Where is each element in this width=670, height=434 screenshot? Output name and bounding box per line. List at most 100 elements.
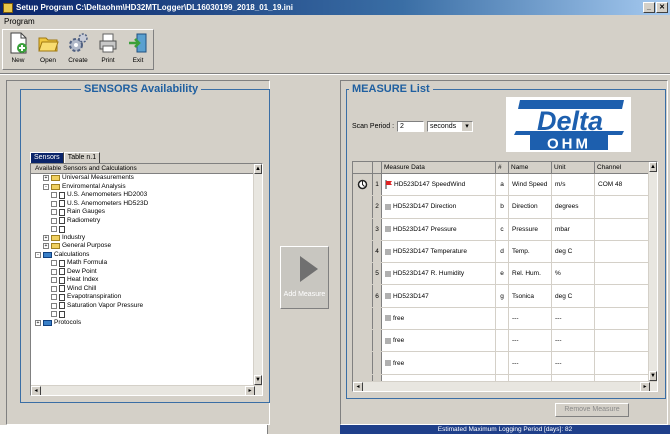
tree-item[interactable]: + Protocols bbox=[31, 319, 262, 328]
tree-item[interactable] bbox=[31, 310, 262, 319]
add-measure-button[interactable]: Add Measure bbox=[280, 246, 329, 309]
remove-measure-button[interactable]: Remove Measure bbox=[555, 403, 629, 417]
scan-period-input[interactable]: 2 bbox=[397, 121, 425, 132]
tree-item[interactable]: Dew Point bbox=[31, 268, 262, 277]
measure-unit-cell[interactable]: --- bbox=[552, 307, 595, 330]
measure-name-cell[interactable]: Rel. Hum. bbox=[509, 263, 552, 285]
grid-scroll-left-icon[interactable]: ◂ bbox=[353, 382, 363, 391]
tree-item[interactable]: Math Formula bbox=[31, 259, 262, 268]
tree-hscrollbar[interactable]: ◂ ▸ bbox=[31, 385, 262, 395]
grid-header-unit[interactable]: Unit bbox=[552, 162, 595, 173]
measure-id-cell[interactable]: c bbox=[496, 218, 509, 240]
scroll-right-icon[interactable]: ▸ bbox=[245, 386, 255, 395]
checkbox[interactable] bbox=[51, 260, 57, 267]
measure-channel-cell[interactable] bbox=[595, 218, 649, 240]
measure-id-cell[interactable]: d bbox=[496, 240, 509, 263]
grid-header-number[interactable]: # bbox=[496, 162, 509, 173]
sensor-tree[interactable]: Available Sensors and Calculations + Univ… bbox=[30, 163, 263, 396]
tree-vscrollbar[interactable]: ▲ ▼ bbox=[253, 164, 262, 385]
measure-name-cell[interactable]: --- bbox=[509, 352, 552, 374]
tree-item[interactable]: Saturation Vapor Pressure bbox=[31, 302, 262, 311]
exit-button[interactable]: Exit bbox=[123, 30, 153, 69]
tree-item[interactable]: Wind Chill bbox=[31, 285, 262, 294]
measure-unit-cell[interactable]: deg C bbox=[552, 285, 595, 307]
close-button[interactable]: ✕ bbox=[656, 2, 668, 13]
checkbox[interactable] bbox=[51, 311, 57, 318]
table-row[interactable]: 2 HD523D147 Direction b Direction degrees bbox=[353, 196, 657, 219]
measure-data-cell[interactable]: HD523D147 Temperature bbox=[382, 240, 496, 263]
grid-hscrollbar[interactable]: ◂ ▸ bbox=[353, 381, 657, 391]
measure-name-cell[interactable]: Temp. bbox=[509, 240, 552, 263]
table-row[interactable]: 1 HD523D147 SpeedWind a Wind Speed m/s COM 48 bbox=[353, 174, 657, 197]
measure-channel-cell[interactable] bbox=[595, 330, 649, 352]
grid-header-measure-data[interactable]: Measure Data bbox=[382, 162, 496, 173]
tree-item[interactable]: + General Purpose bbox=[31, 242, 262, 251]
table-row[interactable]: 3 HD523D147 Pressure c Pressure mbar bbox=[353, 218, 657, 241]
table-row[interactable]: 5 HD523D147 R. Humidity e Rel. Hum.% bbox=[353, 263, 657, 286]
checkbox[interactable] bbox=[51, 268, 57, 275]
measure-id-cell[interactable] bbox=[496, 330, 509, 352]
scroll-left-icon[interactable]: ◂ bbox=[31, 386, 41, 395]
measure-data-cell[interactable]: HD523D147 Direction bbox=[382, 196, 496, 218]
collapse-icon[interactable]: - bbox=[35, 251, 41, 258]
measure-id-cell[interactable]: g bbox=[496, 285, 509, 307]
grid-scroll-right-icon[interactable]: ▸ bbox=[640, 382, 650, 391]
scroll-down-icon[interactable]: ▼ bbox=[254, 375, 262, 385]
scan-unit-select[interactable]: seconds bbox=[427, 121, 474, 132]
checkbox[interactable] bbox=[51, 226, 57, 233]
measure-id-cell[interactable]: a bbox=[496, 174, 509, 196]
measure-name-cell[interactable]: Tsonica bbox=[509, 285, 552, 307]
measure-name-cell[interactable]: --- bbox=[509, 307, 552, 330]
checkbox[interactable] bbox=[51, 209, 57, 216]
measure-data-cell[interactable]: HD523D147 bbox=[382, 285, 496, 307]
tree-item[interactable]: - Calculations bbox=[31, 251, 262, 260]
menu-program[interactable]: Program bbox=[4, 17, 35, 26]
checkbox[interactable] bbox=[51, 217, 57, 224]
tree-item[interactable]: U.S. Anemometers HD523D bbox=[31, 200, 262, 209]
measure-unit-cell[interactable]: --- bbox=[552, 352, 595, 374]
checkbox[interactable] bbox=[51, 294, 57, 301]
measure-data-cell[interactable]: free bbox=[382, 352, 496, 374]
measure-data-cell[interactable]: HD523D147 SpeedWind bbox=[382, 174, 496, 196]
tree-item[interactable] bbox=[31, 225, 262, 234]
measure-name-cell[interactable]: Wind Speed bbox=[509, 174, 552, 196]
table-row[interactable]: free --- --- bbox=[353, 352, 657, 375]
tree-item[interactable]: Evapotranspiration bbox=[31, 293, 262, 302]
checkbox[interactable] bbox=[51, 192, 57, 199]
measure-id-cell[interactable] bbox=[496, 352, 509, 374]
new-button[interactable]: New bbox=[3, 30, 33, 69]
measure-id-cell[interactable] bbox=[496, 307, 509, 330]
collapse-icon[interactable]: - bbox=[43, 183, 49, 190]
measure-id-cell[interactable]: e bbox=[496, 263, 509, 285]
grid-header-channel[interactable]: Channel bbox=[595, 162, 649, 173]
measure-name-cell[interactable]: --- bbox=[509, 330, 552, 352]
expand-icon[interactable]: + bbox=[43, 175, 49, 182]
expand-icon[interactable]: + bbox=[43, 234, 49, 241]
tree-item[interactable]: Radiometry bbox=[31, 217, 262, 226]
grid-scroll-up-icon[interactable]: ▲ bbox=[649, 162, 657, 172]
measure-id-cell[interactable]: b bbox=[496, 196, 509, 218]
scroll-up-icon[interactable]: ▲ bbox=[254, 164, 262, 174]
tree-item[interactable]: Rain Gauges bbox=[31, 208, 262, 217]
table-row[interactable]: free --- --- bbox=[353, 307, 657, 331]
measure-channel-cell[interactable] bbox=[595, 240, 649, 263]
create-button[interactable]: Create bbox=[63, 30, 93, 69]
measure-data-cell[interactable]: free bbox=[382, 330, 496, 352]
checkbox[interactable] bbox=[51, 277, 57, 284]
measure-unit-cell[interactable]: degrees bbox=[552, 196, 595, 218]
measure-unit-cell[interactable]: deg C bbox=[552, 240, 595, 263]
measure-channel-cell[interactable] bbox=[595, 263, 649, 285]
checkbox[interactable] bbox=[51, 200, 57, 207]
tree-item[interactable]: + Universal Measurements bbox=[31, 174, 262, 183]
measure-data-cell[interactable]: HD523D147 R. Humidity bbox=[382, 263, 496, 285]
expand-icon[interactable]: + bbox=[35, 319, 41, 326]
measure-name-cell[interactable]: Direction bbox=[509, 196, 552, 218]
checkbox[interactable] bbox=[51, 302, 57, 309]
measure-channel-cell[interactable] bbox=[595, 307, 649, 330]
tree-item[interactable]: U.S. Anemometers HD2003 bbox=[31, 191, 262, 200]
measure-unit-cell[interactable]: % bbox=[552, 263, 595, 285]
measure-channel-cell[interactable] bbox=[595, 352, 649, 374]
minimize-button[interactable]: _ bbox=[643, 2, 655, 13]
measure-data-cell[interactable]: free bbox=[382, 307, 496, 330]
measure-channel-cell[interactable] bbox=[595, 196, 649, 218]
